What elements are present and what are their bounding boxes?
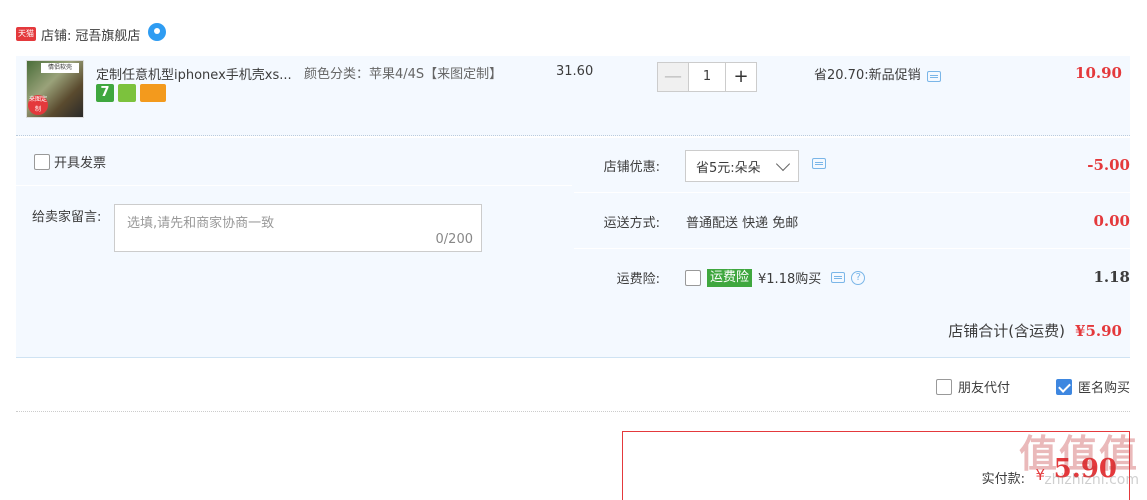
shipping-label: 运送方式: <box>603 216 660 231</box>
order-fees-section: 店铺优惠: 省5元:朵朵 -5.00 运送方式: 普通配送 快递 免邮 0.00… <box>574 138 1130 300</box>
shipping-amount: 0.00 <box>1093 212 1130 230</box>
insurance-amount: 1.18 <box>1093 268 1130 286</box>
promotion-text: 省20.70:新品促销 <box>814 68 921 83</box>
thumbnail-banner-text: 情侣软壳 <box>41 63 79 73</box>
item-thumbnail[interactable]: 情侣软壳 来图定制 <box>26 60 84 118</box>
chevron-down-icon <box>775 156 791 172</box>
item-subtotal: 10.90 <box>1075 64 1122 82</box>
service-badges: 7 <box>96 84 166 102</box>
invoice-label: 开具发票 <box>54 156 107 171</box>
extra-options: 朋友代付 匿名购买 <box>16 362 1130 412</box>
shipping-value: 普通配送 快递 免邮 <box>686 216 799 231</box>
shop-discount-value: 省5元:朵朵 <box>696 160 761 176</box>
quantity-decrease-button[interactable]: — <box>657 62 689 92</box>
shop-total-label: 店铺合计(含运费) <box>948 322 1066 340</box>
insurance-price: ¥1.18购买 <box>758 272 822 287</box>
watermark-logo: 值值值 <box>1018 432 1139 476</box>
shop-discount-select[interactable]: 省5元:朵朵 <box>685 150 799 182</box>
seven-day-return-icon[interactable]: 7 <box>96 84 114 102</box>
quantity-increase-button[interactable]: + <box>725 62 757 92</box>
shop-total: 店铺合计(含运费) ¥5.90 <box>948 320 1122 341</box>
promotion-detail-icon[interactable] <box>926 71 941 82</box>
shipping-row: 运送方式: 普通配送 快递 免邮 0.00 <box>574 194 1130 249</box>
item-sku: 颜色分类：苹果4/4S【来图定制】 <box>304 67 503 82</box>
order-item-row: 情侣软壳 来图定制 定制任意机型iphonex手机壳xs... 7 颜色分类：苹… <box>16 56 1130 136</box>
quantity-stepper: — 1 + <box>657 62 757 92</box>
shop-discount-row: 店铺优惠: 省5元:朵朵 -5.00 <box>574 138 1130 193</box>
wangwang-chat-icon[interactable] <box>148 23 167 41</box>
insurance-checkbox[interactable] <box>685 269 701 286</box>
friend-pay-checkbox[interactable] <box>935 378 952 395</box>
anonymous-purchase-checkbox[interactable] <box>1055 378 1072 395</box>
discount-detail-icon[interactable] <box>812 158 826 169</box>
anonymous-purchase-label: 匿名购买 <box>1077 381 1130 396</box>
insurance-option: 运费险 ¥1.18购买 ? <box>685 268 866 287</box>
item-title-link[interactable]: 定制任意机型iphonex手机壳xs... <box>96 64 301 83</box>
message-label: 给卖家留言: <box>32 210 102 225</box>
order-options: 开具发票 给卖家留言: 选填,请先和商家协商一致 0/200 店铺优惠: 省5元… <box>16 138 1130 358</box>
shop-name-link[interactable]: 冠吾旗舰店 <box>75 25 140 44</box>
insurance-detail-icon[interactable] <box>831 272 846 283</box>
insurance-row: 运费险: 运费险 ¥1.18购买 ? 1.18 <box>574 250 1130 305</box>
custom-tag: 来图定制 <box>28 95 48 115</box>
help-icon[interactable]: ? <box>851 270 866 285</box>
invoice-checkbox[interactable] <box>34 153 50 170</box>
shop-discount-label: 店铺优惠: <box>603 160 660 175</box>
unit-price: 31.60 <box>556 64 594 79</box>
promotion-info: 省20.70:新品促销 <box>814 64 941 83</box>
credit-card-icon[interactable] <box>140 84 166 102</box>
friend-pay-label: 朋友代付 <box>957 381 1010 396</box>
shop-discount-amount: -5.00 <box>1087 156 1130 174</box>
tmall-logo: 天猫 <box>16 27 36 41</box>
shop-header: 天猫 店铺: 冠吾旗舰店 <box>16 22 167 46</box>
quantity-input[interactable]: 1 <box>689 62 725 92</box>
message-placeholder: 选填,请先和商家协商一致 <box>127 216 275 231</box>
invoice-option[interactable]: 开具发票 <box>34 152 106 171</box>
message-char-count: 0/200 <box>435 232 473 247</box>
site-watermark: 值值值 zhizhizhi.com <box>1019 423 1139 488</box>
anonymous-purchase-option[interactable]: 匿名购买 <box>1055 377 1130 396</box>
guarantee-icon[interactable] <box>118 84 136 102</box>
insurance-label: 运费险: <box>616 272 660 287</box>
insurance-tag: 运费险 <box>707 268 753 287</box>
shop-total-amount: ¥5.90 <box>1075 322 1122 340</box>
seller-message-input[interactable]: 选填,请先和商家协商一致 0/200 <box>114 204 482 252</box>
friend-pay-option[interactable]: 朋友代付 <box>935 377 1010 396</box>
shop-label: 店铺: <box>41 28 72 44</box>
invoice-section: 开具发票 <box>16 138 572 186</box>
